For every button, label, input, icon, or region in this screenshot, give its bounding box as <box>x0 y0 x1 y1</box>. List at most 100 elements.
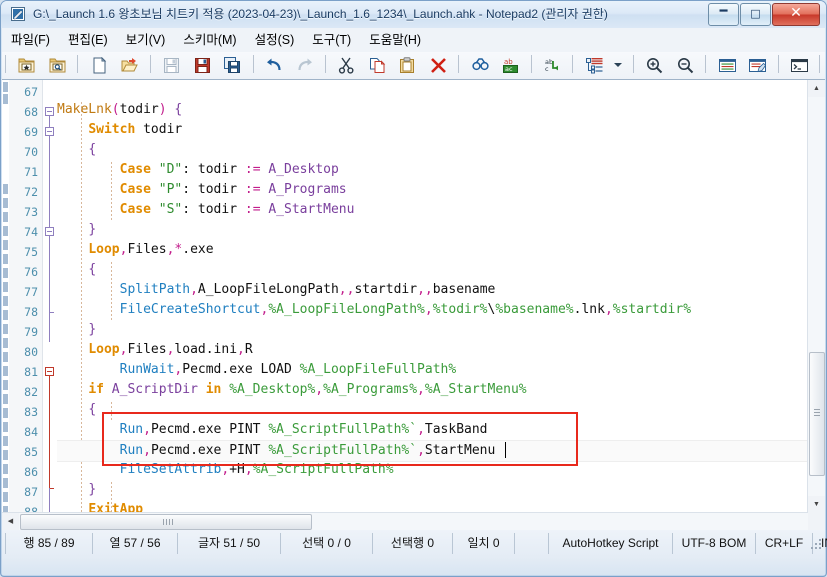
code-line-74: } <box>88 222 97 237</box>
title-bar[interactable]: G:\_Launch 1.6 왕초보님 치트키 적용 (2023-04-23)\… <box>1 1 826 28</box>
code-line-83: { <box>88 402 97 417</box>
code-line-75: Loop,Files,*.exe <box>88 242 214 257</box>
status-selection[interactable]: 선택 0 / 0 <box>281 533 373 554</box>
edit-line-icon[interactable] <box>744 53 770 78</box>
resize-grip[interactable] <box>810 538 821 549</box>
scroll-left-button[interactable]: ◀ <box>2 513 19 530</box>
console-icon[interactable] <box>786 53 812 78</box>
line-number: 80 <box>24 345 38 359</box>
code-line-82: if A_ScriptDir in %A_Desktop%,%A_Program… <box>88 382 527 397</box>
find-next-icon[interactable]: ab c <box>539 53 565 78</box>
save-as-icon[interactable] <box>189 53 215 78</box>
cut-icon[interactable] <box>333 53 359 78</box>
toolbar-separator <box>455 52 462 77</box>
code-line-80: Loop,Files,load.ini,R <box>88 342 253 357</box>
menu-scheme[interactable]: 스키마(M) <box>174 28 245 52</box>
window-controls: ━ □ ✕ <box>707 3 820 26</box>
redo-icon[interactable] <box>291 53 317 78</box>
replace-icon[interactable]: ab ac <box>497 53 523 78</box>
save-copy-icon[interactable] <box>219 53 245 78</box>
editor[interactable]: 67 68 69 70 71 72 73 74 75 76 77 78 79 8… <box>2 79 825 548</box>
code-line-73: Case "S": todir := A_StartMenu <box>119 202 355 217</box>
chevron-down-icon[interactable] <box>611 52 625 77</box>
line-number: 71 <box>24 165 38 179</box>
fold-toggle-line68[interactable] <box>45 107 54 116</box>
line-number: 81 <box>24 365 38 379</box>
word-wrap-icon[interactable] <box>714 53 740 78</box>
line-number: 72 <box>24 185 38 199</box>
status-column[interactable]: 열 57 / 56 <box>93 533 178 554</box>
status-eol[interactable]: CR+LF <box>756 533 813 554</box>
status-spacer <box>515 533 548 554</box>
line-number: 84 <box>24 425 38 439</box>
fold-toggle-line69[interactable] <box>45 127 54 136</box>
window-title: G:\_Launch 1.6 왕초보님 치트키 적용 (2023-04-23)\… <box>33 7 608 21</box>
horizontal-scrollbar[interactable]: ◀ <box>2 512 808 530</box>
scroll-up-button[interactable]: ▲ <box>808 80 825 97</box>
status-encoding[interactable]: UTF-8 BOM <box>673 533 756 554</box>
notepad-document-icon <box>10 6 26 22</box>
open-file-icon[interactable] <box>116 53 142 78</box>
new-file-icon[interactable] <box>86 53 112 78</box>
delete-icon[interactable] <box>425 53 451 78</box>
menu-help[interactable]: 도움말(H) <box>360 28 430 52</box>
toolbar-separator <box>775 52 782 77</box>
code-line-69: Switch todir <box>88 122 183 137</box>
change-marker-column <box>2 80 9 516</box>
code-line-76: { <box>88 262 97 277</box>
toolbar-separator <box>322 52 329 77</box>
code-text-area[interactable]: MakeLnk(todir) { Switch todir { Case "D"… <box>57 80 808 513</box>
zoom-in-icon[interactable] <box>641 53 667 78</box>
status-language[interactable]: AutoHotkey Script <box>548 533 673 554</box>
code-line-78: FileCreateShortcut,%A_LoopFileLongPath%,… <box>119 302 692 317</box>
close-button[interactable]: ✕ <box>772 3 820 26</box>
toolbar-separator <box>528 52 535 77</box>
undo-icon[interactable] <box>261 53 287 78</box>
maximize-button[interactable]: □ <box>740 3 771 26</box>
horizontal-scroll-thumb[interactable] <box>20 514 312 530</box>
line-number: 86 <box>24 465 38 479</box>
code-line-81: RunWait,Pecmd.exe LOAD %A_LoopFileFullPa… <box>119 362 457 377</box>
line-number: 87 <box>24 485 38 499</box>
code-folding-gutter[interactable] <box>43 80 57 548</box>
vertical-scroll-thumb[interactable] <box>809 352 825 476</box>
status-line[interactable]: 행 85 / 89 <box>5 533 93 554</box>
fold-toggle-line75[interactable] <box>45 227 54 236</box>
svg-text:ac: ac <box>505 65 513 73</box>
scheme-select-icon[interactable] <box>581 53 607 78</box>
text-caret <box>505 442 506 458</box>
code-line-84: Run,Pecmd.exe PINT %A_ScriptFullPath%`,T… <box>119 422 488 437</box>
favorites-icon[interactable] <box>13 53 39 78</box>
fold-toggle-line82[interactable] <box>45 367 54 376</box>
vertical-scrollbar[interactable]: ▲ ▼ <box>807 80 825 513</box>
status-char[interactable]: 글자 51 / 50 <box>178 533 281 554</box>
line-number: 82 <box>24 385 38 399</box>
paste-icon[interactable] <box>394 53 420 78</box>
line-number: 78 <box>24 305 38 319</box>
open-favorite-icon[interactable] <box>44 53 70 78</box>
line-number: 68 <box>24 105 38 119</box>
copy-icon[interactable] <box>364 53 390 78</box>
code-line-77: SplitPath,A_LoopFileLongPath,,startdir,,… <box>119 282 496 297</box>
menu-edit[interactable]: 편집(E) <box>59 28 117 52</box>
menu-view[interactable]: 보기(V) <box>117 28 175 52</box>
menu-bar: 파일(F) 편집(E) 보기(V) 스키마(M) 설정(S) 도구(T) 도움말(H) <box>2 28 825 53</box>
code-line-68: MakeLnk(todir) { <box>57 102 183 117</box>
minimize-button[interactable]: ━ <box>708 3 739 26</box>
toolbar-separator <box>816 52 823 77</box>
status-bar: 행 85 / 89 열 57 / 56 글자 51 / 50 선택 0 / 0 선택행 … <box>2 530 827 575</box>
save-icon[interactable] <box>158 53 184 78</box>
menu-file[interactable]: 파일(F) <box>2 28 59 52</box>
status-selected-lines[interactable]: 선택행 0 <box>373 533 453 554</box>
status-matches[interactable]: 일치 0 <box>453 533 515 554</box>
svg-text:c: c <box>545 65 549 73</box>
code-line-70: { <box>88 142 97 157</box>
code-line-85: Run,Pecmd.exe PINT %A_ScriptFullPath%`,S… <box>57 440 808 462</box>
find-icon[interactable] <box>467 53 493 78</box>
scroll-down-button[interactable]: ▼ <box>808 496 825 513</box>
toolbar-separator <box>74 52 81 77</box>
zoom-out-icon[interactable] <box>672 53 698 78</box>
menu-settings[interactable]: 설정(S) <box>246 28 304 52</box>
menu-tools[interactable]: 도구(T) <box>303 28 360 52</box>
